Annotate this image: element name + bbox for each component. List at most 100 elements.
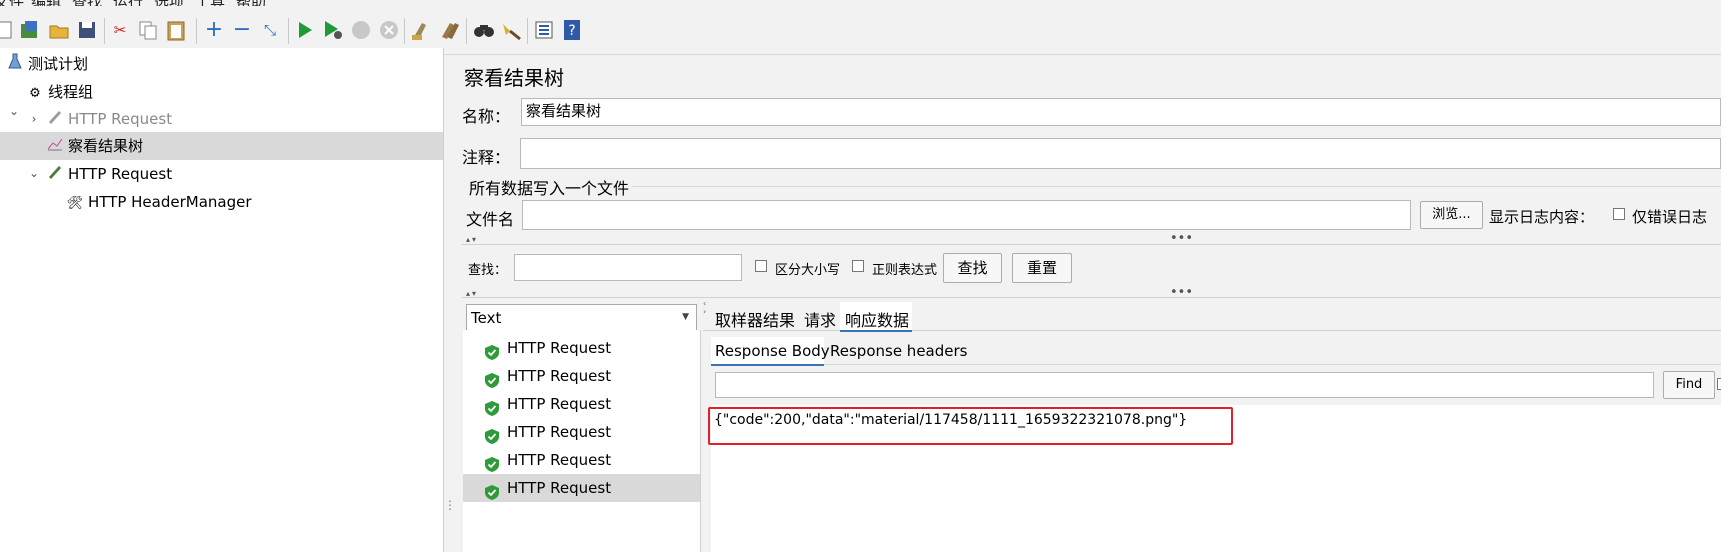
file-section-title: 所有数据写入一个文件 xyxy=(469,179,630,198)
case-sensitive-checkbox[interactable] xyxy=(755,260,767,272)
new-icon[interactable] xyxy=(0,19,16,41)
renderer-select[interactable]: Text ▼ xyxy=(466,304,697,333)
tree-item-label: HTTP Request xyxy=(68,165,173,183)
collapse-icon[interactable]: − xyxy=(231,19,253,41)
search-icon[interactable] xyxy=(472,19,494,41)
expand-icon[interactable]: + xyxy=(203,19,225,41)
paste-icon[interactable] xyxy=(165,19,187,41)
result-item-label: HTTP Request xyxy=(507,423,612,441)
chevron-right-icon[interactable]: › xyxy=(28,105,40,133)
tab-sampler-result[interactable]: 取样器结果 xyxy=(715,307,795,331)
clear-icon[interactable] xyxy=(410,19,432,41)
reset-search-icon[interactable] xyxy=(500,19,522,41)
errors-only-label: 仅错误日志 xyxy=(1632,208,1708,226)
copy-icon[interactable] xyxy=(137,19,159,41)
menu-edit[interactable]: 编辑 xyxy=(31,0,61,6)
comment-label: 注释： xyxy=(462,148,511,167)
save-icon[interactable] xyxy=(76,19,98,41)
search-input[interactable] xyxy=(514,254,742,281)
renderer-selected: Text xyxy=(471,309,502,327)
response-find-input[interactable] xyxy=(715,372,1654,398)
graph-icon xyxy=(46,134,64,162)
regex-label: 正则表达式 xyxy=(872,263,938,278)
function-helper-icon[interactable] xyxy=(533,19,555,41)
tree-item-http-request-disabled[interactable]: HTTP Request xyxy=(46,105,172,133)
wrench-icon: 🛠 xyxy=(66,196,84,211)
result-item[interactable]: HTTP Request xyxy=(463,418,700,446)
menu-options[interactable]: 选项 xyxy=(154,0,184,6)
tree-item-http-request[interactable]: HTTP Request xyxy=(46,160,172,188)
subtab-response-headers[interactable]: Response headers xyxy=(830,342,967,360)
menu-bar: 文件 编辑 查找 运行 选项 工具 帮助 xyxy=(0,0,1721,6)
success-shield-icon xyxy=(485,397,499,416)
results-list: HTTP Request HTTP Request HTTP Request HTTP… xyxy=(463,330,701,552)
tree-item-thread-group[interactable]: ⚙ 线程组 xyxy=(26,78,93,106)
tree-item-view-results-tree[interactable]: 察看结果树 xyxy=(46,132,143,160)
tree-item-label: HTTP Request xyxy=(68,110,173,128)
cut-icon[interactable]: ✂ xyxy=(109,19,131,41)
split-divider[interactable]: ▴▾ ••• xyxy=(462,231,1721,246)
menu-tools[interactable]: 工具 xyxy=(195,0,225,6)
result-item[interactable]: HTTP Request xyxy=(463,334,700,362)
page-title: 察看结果树 xyxy=(464,66,564,90)
help-icon[interactable]: ? xyxy=(561,19,583,41)
result-item-label: HTTP Request xyxy=(507,367,612,385)
filename-field[interactable] xyxy=(522,200,1411,230)
toggle-icon[interactable]: ⤡ xyxy=(259,19,281,41)
success-shield-icon xyxy=(485,369,499,388)
menu-run[interactable]: 运行 xyxy=(113,0,143,6)
tree-item-test-plan[interactable]: 测试计划 xyxy=(6,50,88,78)
response-option-checkbox[interactable] xyxy=(1717,378,1721,390)
result-item[interactable]: HTTP Request xyxy=(463,446,700,474)
clear-all-icon[interactable] xyxy=(438,19,460,41)
tab-request[interactable]: 请求 xyxy=(804,307,836,331)
menu-help[interactable]: 帮助 xyxy=(236,0,266,6)
name-field[interactable]: 察看结果树 xyxy=(521,98,1721,126)
reset-button[interactable]: 重置 xyxy=(1012,253,1072,283)
chevron-down-icon: ▼ xyxy=(682,312,689,322)
collapse-arrows[interactable]: ‹ › xyxy=(703,300,706,316)
test-plan-tree: 测试计划 ⌄ ⚙ 线程组 › HTTP Request 察看结果树 ⌄ HTTP … xyxy=(0,48,444,552)
result-item[interactable]: HTTP Request xyxy=(463,390,700,418)
name-label: 名称： xyxy=(462,107,511,126)
result-item[interactable]: HTTP Request xyxy=(463,474,700,502)
pen-icon xyxy=(46,107,64,135)
browse-button[interactable]: 浏览... xyxy=(1420,201,1483,229)
svg-text:?: ? xyxy=(568,23,575,39)
response-find-button[interactable]: Find xyxy=(1663,371,1715,399)
menu-search[interactable]: 查找 xyxy=(72,0,102,6)
menu-file[interactable]: 文件 xyxy=(0,0,24,6)
open-icon[interactable] xyxy=(48,19,70,41)
subtab-response-body[interactable]: Response Body xyxy=(715,342,830,360)
success-shield-icon xyxy=(485,481,499,500)
result-item[interactable]: HTTP Request xyxy=(463,362,700,390)
success-shield-icon xyxy=(485,425,499,444)
case-sensitive-label: 区分大小写 xyxy=(775,263,841,278)
result-item-label: HTTP Request xyxy=(507,339,612,357)
result-item-label: HTTP Request xyxy=(507,479,612,497)
splitter-grip[interactable]: ⋮ xyxy=(444,499,456,511)
start-icon[interactable] xyxy=(294,19,316,41)
highlight-box xyxy=(708,407,1233,445)
shutdown-icon[interactable] xyxy=(378,19,400,41)
stop-icon[interactable] xyxy=(350,19,372,41)
pen-icon xyxy=(46,162,64,190)
split-divider[interactable]: ▴▾ ••• xyxy=(462,285,1721,300)
comment-field[interactable] xyxy=(520,138,1721,169)
log-content-label: 显示日志内容： xyxy=(1489,208,1595,226)
tree-item-label: 测试计划 xyxy=(28,55,89,73)
regex-checkbox[interactable] xyxy=(852,260,864,272)
tab-response-data[interactable]: 响应数据 xyxy=(845,307,909,331)
chevron-down-icon[interactable]: ⌄ xyxy=(28,166,40,180)
tree-item-header-manager[interactable]: 🛠 HTTP HeaderManager xyxy=(66,188,252,216)
chevron-down-icon[interactable]: ⌄ xyxy=(8,104,20,118)
errors-only-checkbox[interactable] xyxy=(1613,208,1625,220)
success-shield-icon xyxy=(485,341,499,360)
tree-item-label: 察看结果树 xyxy=(68,137,144,155)
start-no-pause-icon[interactable] xyxy=(322,19,344,41)
filename-label: 文件名 xyxy=(466,210,515,229)
find-button[interactable]: 查找 xyxy=(943,253,1002,283)
tree-item-label: HTTP HeaderManager xyxy=(88,193,252,211)
result-item-label: HTTP Request xyxy=(507,451,612,469)
templates-icon[interactable] xyxy=(19,19,41,41)
